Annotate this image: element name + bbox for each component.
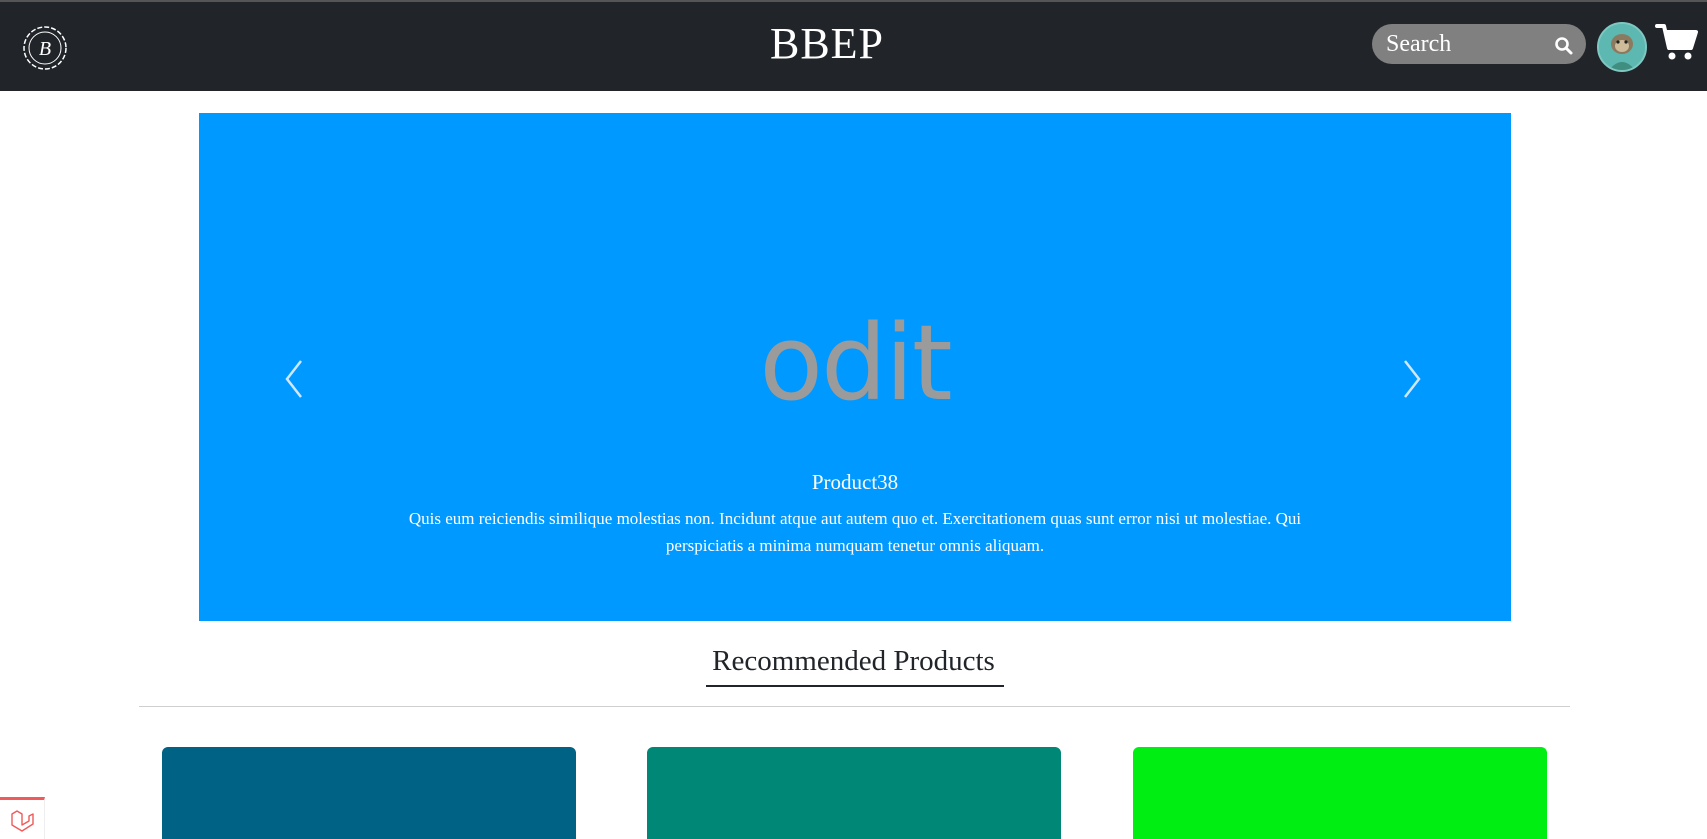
heading-underline [706,685,1004,687]
product-card[interactable] [1133,747,1547,839]
search-icon[interactable] [1554,36,1574,56]
avatar[interactable] [1597,22,1647,72]
search-input[interactable] [1386,26,1546,62]
avatar-image-icon [1599,24,1645,70]
laravel-logo-icon [11,810,34,832]
product-card[interactable] [162,747,576,839]
top-navbar: B BBEP [0,0,1707,91]
debug-toolbar-toggle[interactable] [0,797,45,839]
carousel-prev-icon[interactable] [265,339,325,419]
slide-caption-title: Product38 [811,470,899,494]
section-divider [139,706,1570,707]
product-carousel: odit Product38 Quis eum reiciendis simil… [199,113,1511,621]
slide-image[interactable]: odit [199,311,1511,415]
search-box [1372,24,1586,64]
recommended-products-heading: Recommended Products [712,645,995,677]
shopping-cart-icon[interactable] [1655,20,1699,64]
product-card[interactable] [647,747,1061,839]
slide-caption-description: Quis eum reiciendis similique molestias … [408,509,1302,555]
carousel-next-icon[interactable] [1381,339,1441,419]
